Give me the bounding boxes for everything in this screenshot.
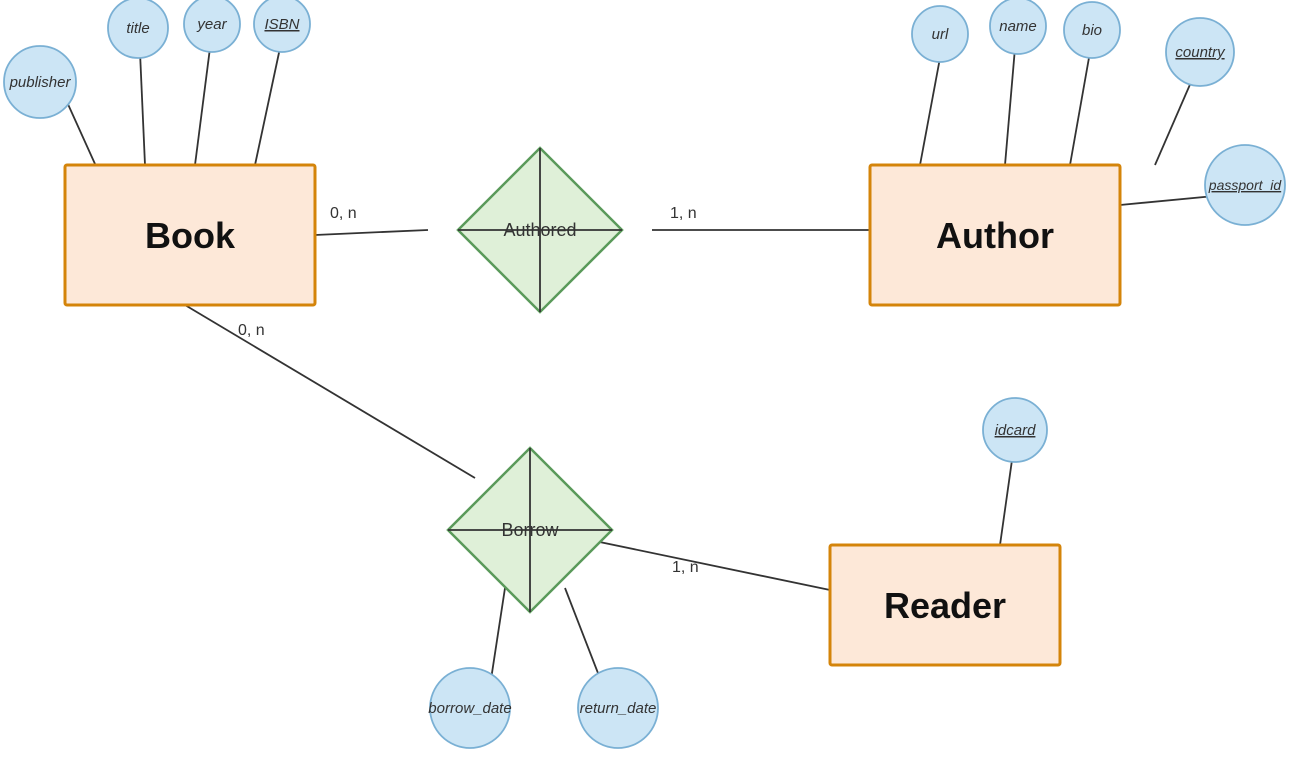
conn-book-borrow <box>185 305 475 478</box>
attr-line-idcard <box>1000 453 1013 545</box>
entity-reader-label: Reader <box>884 585 1006 626</box>
attr-return-date-label: return_date <box>580 700 657 717</box>
attr-url-label: url <box>932 26 949 43</box>
attr-bio-label: bio <box>1082 22 1102 39</box>
attr-idcard-label: idcard <box>995 422 1037 439</box>
conn-borrow-reader <box>590 540 830 590</box>
attr-line-country <box>1155 73 1195 165</box>
attr-line-title <box>140 52 145 165</box>
attr-passport-id-label: passport_id <box>1208 177 1283 193</box>
attr-year-label: year <box>196 16 227 33</box>
relation-authored-label: Authored <box>503 220 576 240</box>
entity-author-label: Author <box>936 215 1054 256</box>
cardinality-authored-author: 1, n <box>670 205 697 222</box>
er-diagram: Book Author Reader Authored Borrow publi… <box>0 0 1310 772</box>
entity-book-label: Book <box>145 215 236 256</box>
conn-book-authored <box>315 230 428 235</box>
attr-line-return-date <box>565 588 603 686</box>
attr-line-url <box>920 58 940 165</box>
attr-line-isbn <box>255 48 280 165</box>
attr-country-label: country <box>1175 44 1226 61</box>
attr-line-bio <box>1070 52 1090 165</box>
attr-line-borrow-date <box>490 588 505 686</box>
attr-line-year <box>195 48 210 165</box>
cardinality-borrow-reader: 1, n <box>672 559 699 576</box>
attr-name-label: name <box>999 18 1037 35</box>
attr-line-name <box>1005 48 1015 165</box>
attr-title-label: title <box>126 20 149 37</box>
attr-borrow-date-label: borrow_date <box>428 700 511 717</box>
attr-publisher-label: publisher <box>9 74 72 91</box>
cardinality-book-borrow: 0, n <box>238 322 265 339</box>
relation-borrow-label: Borrow <box>501 520 559 540</box>
cardinality-book-authored: 0, n <box>330 205 357 222</box>
attr-isbn-label: ISBN <box>264 16 299 33</box>
